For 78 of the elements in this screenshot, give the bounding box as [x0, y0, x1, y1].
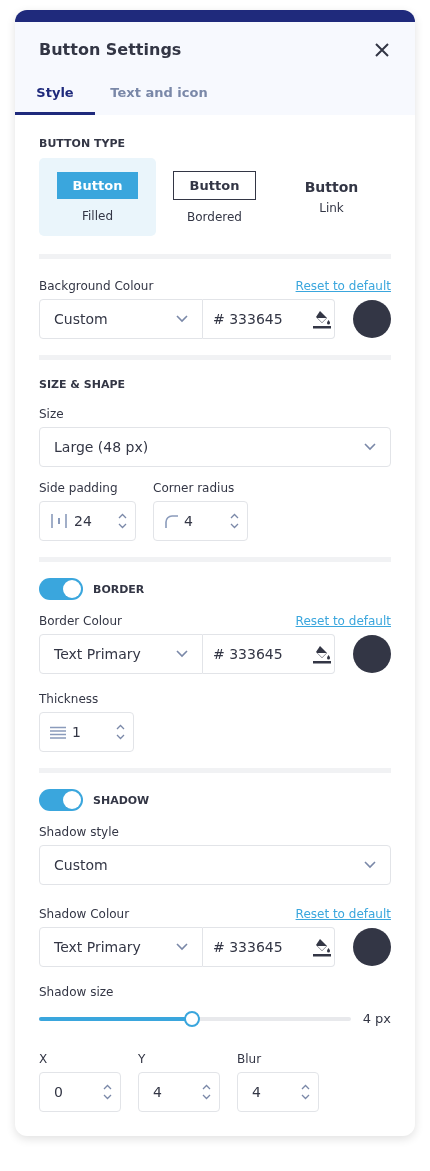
colour-select[interactable]: Text Primary: [39, 634, 203, 674]
chevron-down-icon: [176, 943, 188, 951]
colour-select[interactable]: Text Primary: [39, 927, 203, 967]
chevron-down-icon: [176, 315, 188, 323]
size-select[interactable]: Large (48 px): [39, 427, 391, 467]
field-label: Blur: [237, 1052, 263, 1066]
number-input[interactable]: 0: [54, 1084, 97, 1100]
section-heading: SIZE & SHAPE: [39, 378, 126, 391]
decrement-button[interactable]: [103, 1094, 112, 1100]
shadow-style-select[interactable]: Custom: [39, 845, 391, 885]
tab[interactable]: Style: [15, 73, 95, 115]
paint-bucket-icon[interactable]: [312, 309, 332, 329]
field-label: X: [39, 1052, 49, 1066]
chevron-down-icon: [364, 443, 376, 451]
colour-swatch[interactable]: [353, 300, 391, 338]
panel-title: Button Settings: [39, 40, 182, 59]
field-label: Side padding: [39, 481, 119, 495]
corner-radius-icon: [164, 514, 178, 528]
hex-input[interactable]: # 333645: [203, 299, 335, 339]
increment-button[interactable]: [103, 1084, 112, 1090]
option-label: Filled: [82, 208, 113, 223]
increment-button[interactable]: [301, 1084, 310, 1090]
option-label: Link: [319, 201, 344, 215]
decrement-button[interactable]: [301, 1094, 310, 1100]
hex-input[interactable]: # 333645: [203, 927, 335, 967]
number-input[interactable]: 4: [153, 1084, 196, 1100]
chevron-down-icon: [364, 861, 376, 869]
toggle-switch[interactable]: [39, 578, 83, 600]
increment-button[interactable]: [118, 513, 127, 519]
increment-button[interactable]: [116, 724, 125, 730]
decrement-button[interactable]: [118, 523, 127, 529]
number-spinner[interactable]: 4: [237, 1072, 319, 1112]
decrement-button[interactable]: [116, 734, 125, 740]
side-padding-icon: [50, 513, 68, 529]
decrement-button[interactable]: [202, 1094, 211, 1100]
number-spinner[interactable]: 24: [39, 501, 136, 541]
colour-swatch[interactable]: [353, 635, 391, 673]
number-input[interactable]: 4: [252, 1084, 295, 1100]
paint-bucket-icon[interactable]: [312, 937, 332, 957]
number-spinner[interactable]: 1: [39, 712, 134, 752]
field-label: Shadow size: [39, 985, 115, 999]
slider-reading: 4 px: [362, 1011, 391, 1026]
field-label: Shadow Colour: [39, 907, 130, 921]
button-type-option[interactable]: Button Filled: [39, 158, 156, 236]
hex-input[interactable]: # 333645: [203, 634, 335, 674]
field-label: Y: [138, 1052, 147, 1066]
number-input[interactable]: 24: [74, 513, 112, 529]
number-spinner[interactable]: 0: [39, 1072, 121, 1112]
slider-thumb[interactable]: [183, 1010, 200, 1027]
paint-bucket-icon[interactable]: [312, 644, 332, 664]
decrement-button[interactable]: [230, 523, 239, 529]
button-sample: Button: [56, 171, 139, 199]
button-sample: Button: [172, 170, 257, 200]
number-spinner[interactable]: 4: [153, 501, 248, 541]
increment-button[interactable]: [202, 1084, 211, 1090]
field-label: Border Colour: [39, 614, 122, 628]
colour-swatch[interactable]: [353, 928, 391, 966]
line-thickness-icon: [50, 725, 66, 739]
increment-button[interactable]: [230, 513, 239, 519]
number-input[interactable]: 1: [72, 724, 110, 740]
colour-select[interactable]: Custom: [39, 299, 203, 339]
section-heading: BUTTON TYPE: [39, 137, 126, 150]
field-label: Corner radius: [153, 481, 236, 495]
button-sample: Button: [304, 179, 359, 195]
field-label: Background Colour: [39, 279, 154, 293]
field-label: Shadow style: [39, 825, 120, 839]
field-label: Size: [39, 407, 65, 421]
button-type-option[interactable]: Button Link: [273, 158, 390, 236]
option-label: Bordered: [187, 209, 242, 224]
field-label: Thickness: [39, 692, 100, 706]
number-input[interactable]: 4: [184, 513, 224, 529]
toggle-switch[interactable]: [39, 789, 83, 811]
toggle-label: SHADOW: [93, 793, 150, 807]
chevron-down-icon: [176, 650, 188, 658]
number-spinner[interactable]: 4: [138, 1072, 220, 1112]
close-button[interactable]: [373, 40, 391, 59]
toggle-label: BORDER: [93, 582, 145, 596]
button-type-option[interactable]: Button Bordered: [156, 158, 273, 236]
